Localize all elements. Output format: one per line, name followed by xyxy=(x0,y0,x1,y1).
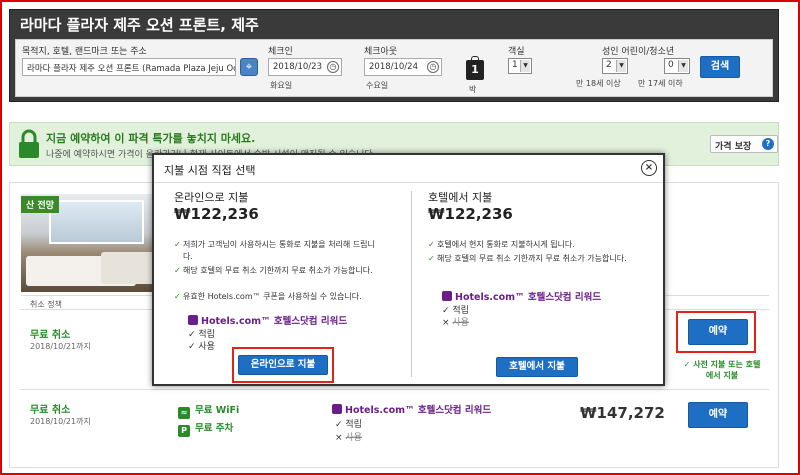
rooms-value: 1 xyxy=(512,60,518,70)
checkin-input[interactable]: 2018/10/23 ◷ xyxy=(268,58,342,76)
checkout-input[interactable]: 2018/10/24 ◷ xyxy=(364,58,442,76)
online-bullet: 해당 호텔의 무료 취소 기한까지 무료 취소가 가능합니다. xyxy=(174,265,379,277)
hotels-logo-icon xyxy=(442,291,452,301)
use-text: 사용 xyxy=(452,318,469,328)
rooms-label: 객실 xyxy=(508,47,525,57)
online-bullet: 저희가 고객님이 사용하시는 통화로 지불을 처리해 드립니다. xyxy=(174,239,379,263)
pay-choice-modal: 지불 시점 직접 선택 × 온라인으로 지불 ₩122,236 저희가 고객님이… xyxy=(152,153,665,386)
online-pay-column: 온라인으로 지불 ₩122,236 저희가 고객님이 사용하시는 통화로 지불을… xyxy=(174,189,414,383)
parking-label: 무료 주차 xyxy=(195,423,234,434)
nights-count: 1 xyxy=(466,56,484,80)
earn-check: ✓ 적립 xyxy=(335,420,362,430)
adults-select[interactable]: 2 ▼ xyxy=(602,58,628,74)
earn-text: 적립 xyxy=(345,420,362,430)
use-text: 사용 xyxy=(345,433,362,443)
rewards-text: Hotels.com™ 호텔스닷컴 리워드 xyxy=(455,292,602,303)
close-icon[interactable]: × xyxy=(641,160,657,176)
destination-input[interactable]: 라마다 플라자 제주 오션 프론트 (Ramada Plaza Jeju Oce xyxy=(22,58,236,76)
adults-value: 2 xyxy=(606,60,612,70)
wifi-icon: ≈ xyxy=(178,407,190,419)
hotel-bullet: 호텔에서 현지 통화로 지불하시게 됩니다. xyxy=(428,239,633,251)
column-divider xyxy=(411,191,412,377)
adults-note: 만 18세 이상 xyxy=(576,79,621,88)
price-guarantee-button[interactable]: 가격 보장 ? xyxy=(710,135,778,153)
checkin-value: 2018/10/23 xyxy=(273,62,322,72)
children-note: 만 17세 이하 xyxy=(638,79,683,88)
rewards-label[interactable]: Hotels.com™ 호텔스닷컴 리워드 xyxy=(188,313,347,327)
cancel-until: 2018/10/21까지 xyxy=(30,342,91,351)
hotel-bullet: 해당 호텔의 무료 취소 기한까지 무료 취소가 가능합니다. xyxy=(428,253,633,265)
use-cross: × 사용 xyxy=(335,433,362,443)
free-cancel-label: 무료 취소 xyxy=(30,405,71,416)
crosshair-icon: ⌖ xyxy=(245,60,253,73)
window-shape xyxy=(49,200,144,244)
use-cross: × 사용 xyxy=(442,318,469,328)
hotel-heading: 호텔에서 지불 xyxy=(428,191,493,204)
checkin-label: 체크인 xyxy=(268,47,293,57)
children-value: 0 xyxy=(668,60,674,70)
online-price: ₩122,236 xyxy=(174,205,259,223)
checkout-value: 2018/10/24 xyxy=(369,62,418,72)
rewards-label[interactable]: Hotels.com™ 호텔스닷컴 리워드 xyxy=(332,402,491,416)
calendar-icon[interactable]: ◷ xyxy=(327,61,339,73)
rewards-label[interactable]: Hotels.com™ 호텔스닷컴 리워드 xyxy=(442,289,601,303)
room-photo[interactable]: 산 전망 xyxy=(21,194,169,292)
checkout-label: 체크아웃 xyxy=(364,47,398,57)
search-button[interactable]: 검색 xyxy=(700,56,740,78)
modal-title: 지불 시점 직접 선택 xyxy=(154,155,663,183)
hotel-price: ₩122,236 xyxy=(428,205,513,223)
chevron-down-icon: ▼ xyxy=(678,60,688,72)
nights-unit: 박 xyxy=(469,85,477,94)
use-check: ✓ 사용 xyxy=(188,342,215,352)
wifi-label: 무료 WiFi xyxy=(195,405,240,416)
highlight-box xyxy=(676,311,756,353)
wifi-amenity: ≈ 무료 WiFi xyxy=(178,402,239,419)
destination-label: 목적지, 호텔, 랜드마크 또는 주소 xyxy=(22,47,147,57)
search-form: 목적지, 호텔, 랜드마크 또는 주소 라마다 플라자 제주 오션 프론트 (R… xyxy=(15,39,773,97)
checkin-day: 화요일 xyxy=(270,81,293,90)
parking-icon: P xyxy=(178,425,190,437)
cancel-until: 2018/10/21까지 xyxy=(30,417,91,426)
view-tag: 산 전망 xyxy=(21,196,59,213)
rewards-text: Hotels.com™ 호텔스닷컴 리워드 xyxy=(201,316,348,327)
hotels-logo-icon xyxy=(188,315,198,325)
pay-note: ✓ 사전 지불 또는 호텔에서 지불 xyxy=(683,360,761,380)
use-text: 사용 xyxy=(198,342,215,352)
free-cancel-label: 무료 취소 xyxy=(30,330,71,341)
lock-icon xyxy=(19,129,39,158)
chevron-down-icon: ▼ xyxy=(520,60,530,72)
promo-headline: 지금 예약하여 이 파격 특가를 놓치지 마세요. xyxy=(46,132,256,145)
search-panel: 라마다 플라자 제주 오션 프론트, 제주 목적지, 호텔, 랜드마크 또는 주… xyxy=(9,9,779,102)
hotel-pay-column: 호텔에서 지불 ₩122,236 호텔에서 현지 통화로 지불하시게 됩니다. … xyxy=(428,189,668,379)
rooms-select[interactable]: 1 ▼ xyxy=(508,58,532,74)
calendar-icon[interactable]: ◷ xyxy=(427,61,439,73)
pay-at-hotel-button[interactable]: 호텔에서 지불 xyxy=(496,357,578,377)
children-select[interactable]: 0 ▼ xyxy=(664,58,690,74)
help-icon: ? xyxy=(762,138,774,150)
book-button[interactable]: 예약 xyxy=(688,402,748,428)
online-heading: 온라인으로 지불 xyxy=(174,191,249,204)
hotels-logo-icon xyxy=(332,404,342,414)
chevron-down-icon: ▼ xyxy=(616,60,626,72)
checkout-day: 수요일 xyxy=(366,81,389,90)
rewards-text: Hotels.com™ 호텔스닷컴 리워드 xyxy=(345,405,492,416)
price-guarantee-label: 가격 보장 xyxy=(715,142,752,152)
divider xyxy=(21,389,769,390)
room-price: ₩147,272 xyxy=(580,404,665,422)
online-bullet: 유효한 Hotels.com™ 쿠폰을 사용하실 수 있습니다. xyxy=(174,291,379,303)
parking-amenity: P 무료 주차 xyxy=(178,420,233,437)
locate-button[interactable]: ⌖ xyxy=(240,58,258,76)
page-title: 라마다 플라자 제주 오션 프론트, 제주 xyxy=(20,16,259,34)
highlight-box xyxy=(232,347,334,383)
guests-label: 성인 어린이/청소년 xyxy=(602,47,675,57)
